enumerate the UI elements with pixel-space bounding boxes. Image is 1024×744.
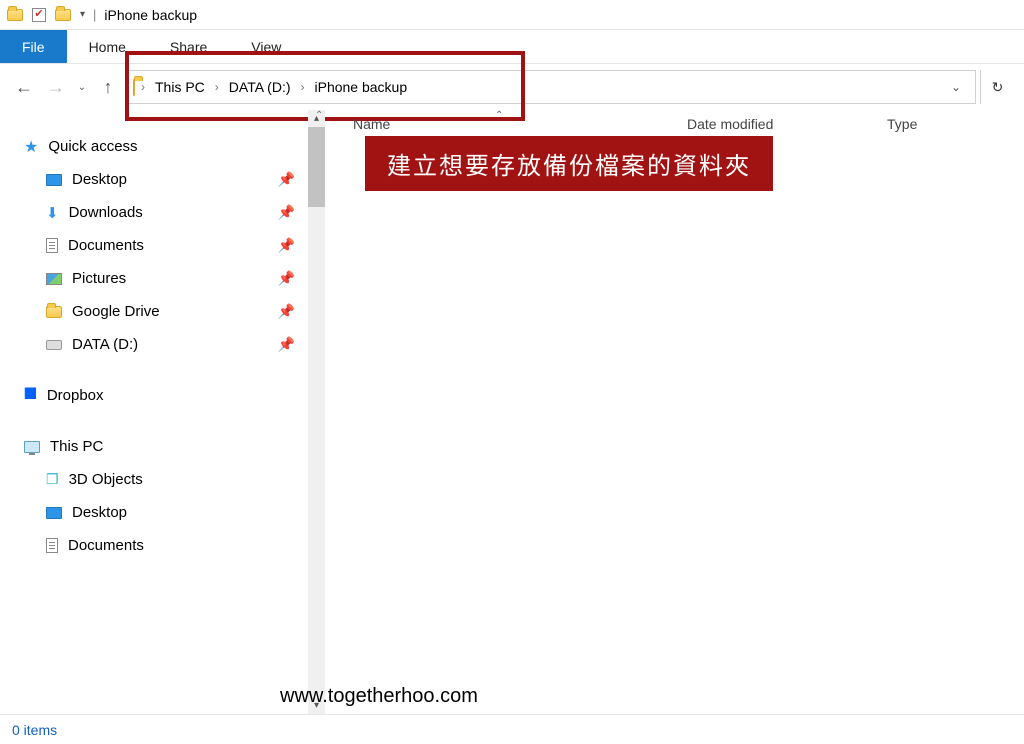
desktop-icon <box>46 174 62 186</box>
sort-indicator-icon: ⌃ <box>495 110 503 121</box>
ribbon-tabs: File Home Share View <box>0 30 1024 64</box>
nav-dropbox[interactable]: ⯀ Dropbox <box>0 379 325 412</box>
breadcrumb-folder[interactable]: iPhone backup <box>311 77 412 97</box>
pin-icon: 📌 <box>278 270 295 287</box>
nav-label: Pictures <box>72 270 126 287</box>
nav-label: DATA (D:) <box>72 336 138 353</box>
desktop-icon <box>46 507 62 519</box>
nav-label: Google Drive <box>72 303 160 320</box>
address-bar[interactable]: › This PC › DATA (D:) › iPhone backup ⌄ <box>126 70 976 104</box>
nav-label: Desktop <box>72 504 127 521</box>
nav-pc-documents[interactable]: Documents <box>0 529 325 562</box>
pc-icon <box>24 441 40 453</box>
downloads-icon: ⬇ <box>46 204 59 222</box>
tab-home[interactable]: Home <box>67 30 148 63</box>
column-header-date[interactable]: Date modified <box>675 116 875 132</box>
breadcrumb-this-pc[interactable]: This PC <box>151 77 209 97</box>
main-split: ▴ ▾ ★ Quick access Desktop 📌 ⬇ Downloads… <box>0 110 1024 714</box>
nav-data-drive[interactable]: DATA (D:) 📌 <box>0 328 325 361</box>
nav-desktop[interactable]: Desktop 📌 <box>0 163 325 196</box>
nav-label: This PC <box>50 438 103 455</box>
document-icon <box>46 238 58 253</box>
nav-scrollbar-thumb[interactable] <box>308 127 325 207</box>
nav-quick-access[interactable]: ★ Quick access <box>0 130 325 163</box>
pictures-icon <box>46 273 62 285</box>
pin-icon: 📌 <box>278 336 295 353</box>
nav-downloads[interactable]: ⬇ Downloads 📌 <box>0 196 325 229</box>
pin-icon: 📌 <box>278 237 295 254</box>
window-folder-icon <box>6 6 24 24</box>
title-bar: ✔ ▾ | iPhone backup <box>0 0 1024 30</box>
watermark-text: www.togetherhoo.com <box>280 685 478 708</box>
chevron-right-icon[interactable]: › <box>139 80 147 94</box>
nav-label: Downloads <box>69 204 143 221</box>
cube-icon: ❒ <box>46 471 59 488</box>
pin-icon: 📌 <box>278 303 295 320</box>
column-label: Name <box>353 116 390 132</box>
nav-label: Documents <box>68 537 144 554</box>
pin-icon: 📌 <box>278 171 295 188</box>
nav-label: Dropbox <box>47 387 104 404</box>
address-folder-icon <box>133 80 135 95</box>
folder-icon <box>46 306 62 318</box>
nav-pc-desktop[interactable]: Desktop <box>0 496 325 529</box>
window-title: iPhone backup <box>104 7 197 23</box>
breadcrumb-drive[interactable]: DATA (D:) <box>225 77 295 97</box>
qat-customize-icon[interactable]: ▾ <box>80 9 85 20</box>
column-header-type[interactable]: Type <box>875 116 1024 132</box>
up-button[interactable]: ↑ <box>94 73 122 101</box>
status-item-count: 0 items <box>12 722 57 738</box>
annotation-callout: 建立想要存放備份檔案的資料夾 <box>365 136 773 191</box>
chevron-right-icon[interactable]: › <box>299 80 307 94</box>
tab-share[interactable]: Share <box>148 30 229 63</box>
navigation-pane: ▴ ▾ ★ Quick access Desktop 📌 ⬇ Downloads… <box>0 110 325 714</box>
qat-new-folder-icon[interactable] <box>54 6 72 24</box>
forward-button[interactable]: → <box>42 73 70 101</box>
nav-this-pc[interactable]: This PC <box>0 430 325 463</box>
nav-pictures[interactable]: Pictures 📌 <box>0 262 325 295</box>
file-list-pane: ⌃ Name ⌃ Date modified Type 建立想要存放備份檔案的資… <box>325 110 1024 714</box>
navigation-row: ← → ⌄ ↑ › This PC › DATA (D:) › iPhone b… <box>0 64 1024 110</box>
document-icon <box>46 538 58 553</box>
column-header-name[interactable]: Name ⌃ <box>325 116 675 132</box>
nav-label: Documents <box>68 237 144 254</box>
quick-access-icon: ★ <box>24 137 38 157</box>
column-headers: Name ⌃ Date modified Type <box>325 110 1024 138</box>
history-dropdown-icon[interactable]: ⌄ <box>74 82 90 93</box>
tab-view[interactable]: View <box>229 30 303 63</box>
nav-3d-objects[interactable]: ❒ 3D Objects <box>0 463 325 496</box>
nav-label: 3D Objects <box>69 471 143 488</box>
chevron-right-icon[interactable]: › <box>213 80 221 94</box>
tab-file[interactable]: File <box>0 30 67 63</box>
dropbox-icon: ⯀ <box>24 387 37 405</box>
nav-label: Desktop <box>72 171 127 188</box>
nav-documents[interactable]: Documents 📌 <box>0 229 325 262</box>
pin-icon: 📌 <box>278 204 295 221</box>
status-bar: 0 items <box>0 714 1024 744</box>
nav-label: Quick access <box>48 138 137 155</box>
qat-properties-icon[interactable]: ✔ <box>30 6 48 24</box>
refresh-button[interactable]: ↻ <box>980 70 1014 104</box>
splitter-handle-icon[interactable]: ⌃ <box>315 110 323 121</box>
title-separator: | <box>93 7 96 22</box>
nav-google-drive[interactable]: Google Drive 📌 <box>0 295 325 328</box>
back-button[interactable]: ← <box>10 73 38 101</box>
address-dropdown-icon[interactable]: ⌄ <box>943 80 969 94</box>
drive-icon <box>46 340 62 350</box>
